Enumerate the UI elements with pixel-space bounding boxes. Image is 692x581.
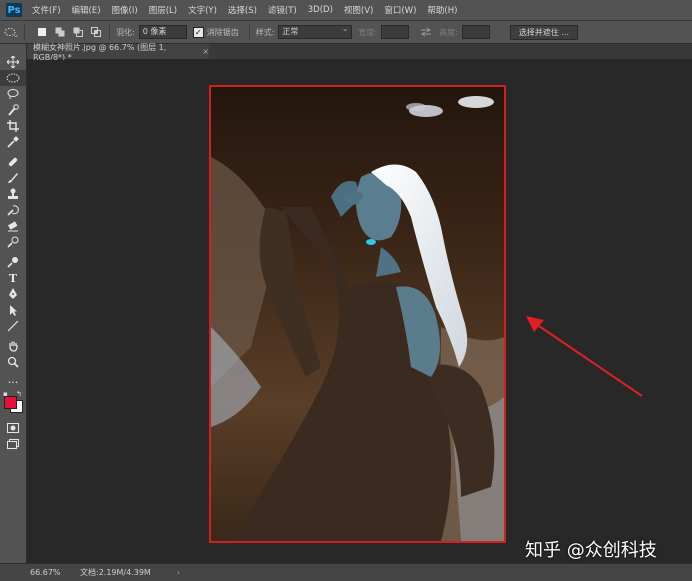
divider <box>109 25 110 39</box>
document-info[interactable]: 文档:2.19M/4.39M <box>80 567 151 578</box>
menu-view[interactable]: 视图(V) <box>344 4 373 16</box>
feather-input[interactable]: 0 像素 <box>138 25 187 39</box>
select-and-mask-button[interactable]: 选择并遮住 ... <box>509 24 578 40</box>
menu-filter[interactable]: 滤镜(T) <box>268 4 297 16</box>
tools-panel: T ··· ▪ ↰ <box>0 44 27 563</box>
dodge-tool-icon[interactable] <box>0 254 26 270</box>
zoom-level[interactable]: 66.67% <box>30 568 61 577</box>
move-tool-icon[interactable] <box>0 54 26 70</box>
add-to-selection-icon[interactable] <box>53 25 67 39</box>
close-icon[interactable]: × <box>202 47 209 56</box>
gradient-tool-icon[interactable] <box>0 234 26 250</box>
style-select[interactable]: 正常 <box>278 23 353 39</box>
more-tools-icon[interactable]: ··· <box>0 374 26 390</box>
width-label: 宽度: <box>358 27 378 37</box>
divider <box>24 25 25 39</box>
quick-selection-tool-icon[interactable] <box>0 102 26 118</box>
screen-mode-icon[interactable] <box>0 436 26 452</box>
pen-tool-icon[interactable] <box>0 286 26 302</box>
menu-3d[interactable]: 3D(D) <box>308 5 333 15</box>
antialias-label: 消除锯齿 <box>206 27 239 37</box>
watermark: 知乎 @众创科技 <box>525 540 657 561</box>
status-bar: 66.67% 文档:2.19M/4.39M › <box>0 563 692 581</box>
document-image[interactable] <box>209 85 506 543</box>
style-label: 样式: <box>255 27 275 37</box>
hand-tool-icon[interactable] <box>0 338 26 354</box>
photoshop-logo: Ps <box>6 3 22 17</box>
swap-dimensions-icon[interactable] <box>419 25 433 39</box>
elliptical-marquee-tool-icon[interactable] <box>0 70 26 86</box>
document-tab-title: 模糊女神照片.jpg @ 66.7% (图层 1, RGB/8*) * <box>33 42 167 62</box>
eraser-tool-icon[interactable] <box>0 218 26 234</box>
subtract-from-selection-icon[interactable] <box>71 25 85 39</box>
healing-brush-tool-icon[interactable] <box>0 154 26 170</box>
history-brush-tool-icon[interactable] <box>0 202 26 218</box>
path-selection-tool-icon[interactable] <box>0 302 26 318</box>
menu-select[interactable]: 选择(S) <box>228 4 257 16</box>
new-selection-icon[interactable] <box>35 25 49 39</box>
divider <box>248 25 250 39</box>
annotation-arrow-icon <box>526 316 643 397</box>
line-tool-icon[interactable] <box>0 318 26 334</box>
panel-grip <box>0 44 26 54</box>
document-tab[interactable]: 模糊女神照片.jpg @ 66.7% (图层 1, RGB/8*) * × <box>27 42 210 62</box>
height-label: 高度: <box>439 27 458 37</box>
status-menu-arrow-icon[interactable]: › <box>177 568 180 577</box>
elliptical-marquee-preset-icon[interactable] <box>4 25 18 39</box>
menu-image[interactable]: 图像(I) <box>112 4 138 16</box>
crop-tool-icon[interactable] <box>0 118 26 134</box>
foreground-color-swatch[interactable] <box>4 396 17 409</box>
menu-layer[interactable]: 图层(L) <box>149 4 177 16</box>
quick-mask-icon[interactable] <box>0 420 26 436</box>
menu-bar: Ps 文件(F) 编辑(E) 图像(I) 图层(L) 文字(Y) 选择(S) 滤… <box>0 0 692 21</box>
brush-tool-icon[interactable] <box>0 170 26 186</box>
eyedropper-tool-icon[interactable] <box>0 134 26 150</box>
intersect-selection-icon[interactable] <box>89 25 103 39</box>
height-input[interactable] <box>461 25 490 39</box>
feather-label: 羽化: <box>116 27 135 37</box>
type-tool-icon[interactable]: T <box>0 270 26 286</box>
inverted-portrait-image <box>211 87 504 541</box>
width-input[interactable] <box>381 25 410 39</box>
menu-file[interactable]: 文件(F) <box>32 4 61 16</box>
tab-strip <box>209 44 692 59</box>
zoom-tool-icon[interactable] <box>0 354 26 370</box>
menu-edit[interactable]: 编辑(E) <box>72 4 101 16</box>
menu-window[interactable]: 窗口(W) <box>384 4 416 16</box>
menu-help[interactable]: 帮助(H) <box>427 4 457 16</box>
menu-type[interactable]: 文字(Y) <box>188 4 217 16</box>
lasso-tool-icon[interactable] <box>0 86 26 102</box>
clone-stamp-tool-icon[interactable] <box>0 186 26 202</box>
antialias-checkbox[interactable]: ✓ <box>192 26 204 38</box>
color-swatches: ▪ ↰ <box>0 390 26 416</box>
